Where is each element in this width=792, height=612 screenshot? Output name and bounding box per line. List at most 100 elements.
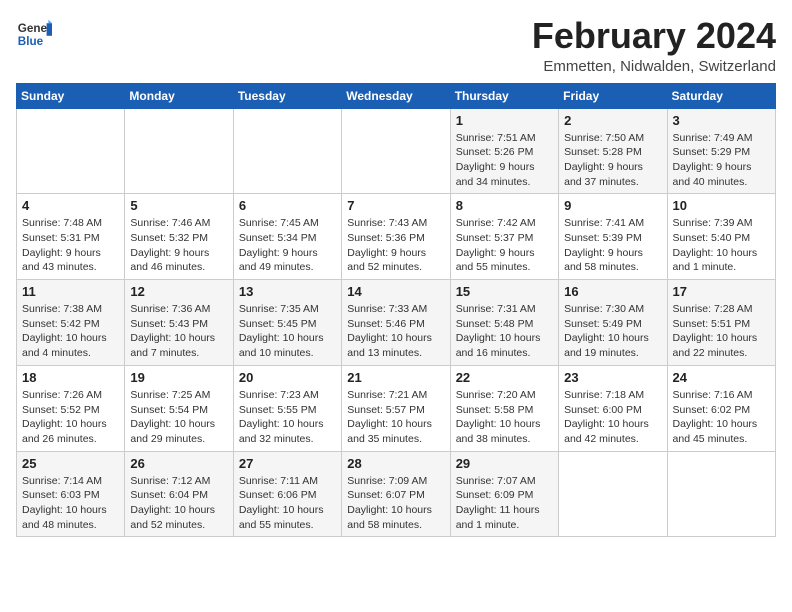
cell-content: 16 Sunrise: 7:30 AM Sunset: 5:49 PM Dayli…	[564, 284, 661, 361]
cell-text: Sunrise: 7:39 AM Sunset: 5:40 PM Dayligh…	[673, 216, 770, 275]
day-number: 18	[22, 370, 119, 385]
day-number: 7	[347, 198, 444, 213]
cell-content: 8Sunrise: 7:42 AM Sunset: 5:37 PM Daylig…	[456, 198, 553, 275]
calendar-cell: 9Sunrise: 7:41 AM Sunset: 5:39 PM Daylig…	[559, 194, 667, 280]
cell-content: 19Sunrise: 7:25 AM Sunset: 5:54 PM Dayli…	[130, 370, 227, 447]
cell-content: 6 Sunrise: 7:45 AM Sunset: 5:34 PM Daylig…	[239, 198, 336, 275]
cell-content: 12 Sunrise: 7:36 AM Sunset: 5:43 PM Dayli…	[130, 284, 227, 361]
day-number: 20	[239, 370, 336, 385]
calendar-cell: 13Sunrise: 7:35 AM Sunset: 5:45 PM Dayli…	[233, 280, 341, 366]
calendar-body: 1 Sunrise: 7:51 AM Sunset: 5:26 PM Daylig…	[17, 108, 776, 537]
day-number: 3	[673, 113, 770, 128]
cell-content: 4Sunrise: 7:48 AM Sunset: 5:31 PM Daylig…	[22, 198, 119, 275]
calendar-cell	[125, 108, 233, 194]
cell-content: 29 Sunrise: 7:07 AM Sunset: 6:09 PM Dayli…	[456, 456, 553, 533]
day-number: 29	[456, 456, 553, 471]
day-number: 25	[22, 456, 119, 471]
cell-text: Sunrise: 7:21 AM Sunset: 5:57 PM Dayligh…	[347, 388, 444, 447]
cell-text: Sunrise: 7:51 AM Sunset: 5:26 PM Dayligh…	[456, 131, 553, 190]
day-number: 10	[673, 198, 770, 213]
cell-text: Sunrise: 7:07 AM Sunset: 6:09 PM Dayligh…	[456, 474, 553, 533]
cell-text: Sunrise: 7:16 AM Sunset: 6:02 PM Dayligh…	[673, 388, 770, 447]
header-row: SundayMondayTuesdayWednesdayThursdayFrid…	[17, 83, 776, 108]
day-number: 16	[564, 284, 661, 299]
calendar-cell	[17, 108, 125, 194]
cell-text: Sunrise: 7:09 AM Sunset: 6:07 PM Dayligh…	[347, 474, 444, 533]
cell-text: Sunrise: 7:18 AM Sunset: 6:00 PM Dayligh…	[564, 388, 661, 447]
cell-text: Sunrise: 7:12 AM Sunset: 6:04 PM Dayligh…	[130, 474, 227, 533]
day-number: 26	[130, 456, 227, 471]
col-header-friday: Friday	[559, 83, 667, 108]
col-header-monday: Monday	[125, 83, 233, 108]
logo-icon: General Blue	[16, 16, 52, 52]
cell-text: Sunrise: 7:30 AM Sunset: 5:49 PM Dayligh…	[564, 302, 661, 361]
day-number: 9	[564, 198, 661, 213]
calendar-cell	[559, 451, 667, 537]
day-number: 21	[347, 370, 444, 385]
cell-content: 27Sunrise: 7:11 AM Sunset: 6:06 PM Dayli…	[239, 456, 336, 533]
calendar-cell: 11 Sunrise: 7:38 AM Sunset: 5:42 PM Dayli…	[17, 280, 125, 366]
calendar-cell: 18 Sunrise: 7:26 AM Sunset: 5:52 PM Dayli…	[17, 365, 125, 451]
cell-text: Sunrise: 7:49 AM Sunset: 5:29 PM Dayligh…	[673, 131, 770, 190]
cell-content: 28 Sunrise: 7:09 AM Sunset: 6:07 PM Dayli…	[347, 456, 444, 533]
calendar-cell	[233, 108, 341, 194]
cell-text: Sunrise: 7:31 AM Sunset: 5:48 PM Dayligh…	[456, 302, 553, 361]
calendar-cell: 10 Sunrise: 7:39 AM Sunset: 5:40 PM Dayli…	[667, 194, 775, 280]
day-number: 28	[347, 456, 444, 471]
cell-content: 9Sunrise: 7:41 AM Sunset: 5:39 PM Daylig…	[564, 198, 661, 275]
day-number: 2	[564, 113, 661, 128]
page-header: General Blue February 2024 Emmetten, Nid…	[16, 16, 776, 75]
cell-content: 15Sunrise: 7:31 AM Sunset: 5:48 PM Dayli…	[456, 284, 553, 361]
calendar-cell: 27Sunrise: 7:11 AM Sunset: 6:06 PM Dayli…	[233, 451, 341, 537]
cell-text: Sunrise: 7:38 AM Sunset: 5:42 PM Dayligh…	[22, 302, 119, 361]
calendar-cell: 20Sunrise: 7:23 AM Sunset: 5:55 PM Dayli…	[233, 365, 341, 451]
calendar-cell: 21 Sunrise: 7:21 AM Sunset: 5:57 PM Dayli…	[342, 365, 450, 451]
cell-content: 25 Sunrise: 7:14 AM Sunset: 6:03 PM Dayli…	[22, 456, 119, 533]
cell-text: Sunrise: 7:26 AM Sunset: 5:52 PM Dayligh…	[22, 388, 119, 447]
col-header-sunday: Sunday	[17, 83, 125, 108]
calendar-cell: 17Sunrise: 7:28 AM Sunset: 5:51 PM Dayli…	[667, 280, 775, 366]
day-number: 1	[456, 113, 553, 128]
cell-text: Sunrise: 7:35 AM Sunset: 5:45 PM Dayligh…	[239, 302, 336, 361]
cell-content: 23Sunrise: 7:18 AM Sunset: 6:00 PM Dayli…	[564, 370, 661, 447]
cell-content: 20Sunrise: 7:23 AM Sunset: 5:55 PM Dayli…	[239, 370, 336, 447]
cell-content: 5Sunrise: 7:46 AM Sunset: 5:32 PM Daylig…	[130, 198, 227, 275]
col-header-thursday: Thursday	[450, 83, 558, 108]
calendar-cell: 19Sunrise: 7:25 AM Sunset: 5:54 PM Dayli…	[125, 365, 233, 451]
cell-content: 10 Sunrise: 7:39 AM Sunset: 5:40 PM Dayli…	[673, 198, 770, 275]
calendar-cell: 26 Sunrise: 7:12 AM Sunset: 6:04 PM Dayli…	[125, 451, 233, 537]
calendar-cell: 8Sunrise: 7:42 AM Sunset: 5:37 PM Daylig…	[450, 194, 558, 280]
day-number: 6	[239, 198, 336, 213]
calendar-cell: 15Sunrise: 7:31 AM Sunset: 5:48 PM Dayli…	[450, 280, 558, 366]
cell-text: Sunrise: 7:25 AM Sunset: 5:54 PM Dayligh…	[130, 388, 227, 447]
cell-content: 21 Sunrise: 7:21 AM Sunset: 5:57 PM Dayli…	[347, 370, 444, 447]
calendar-cell: 22Sunrise: 7:20 AM Sunset: 5:58 PM Dayli…	[450, 365, 558, 451]
col-header-wednesday: Wednesday	[342, 83, 450, 108]
svg-text:Blue: Blue	[18, 35, 44, 48]
calendar-cell: 16 Sunrise: 7:30 AM Sunset: 5:49 PM Dayli…	[559, 280, 667, 366]
calendar-header: SundayMondayTuesdayWednesdayThursdayFrid…	[17, 83, 776, 108]
cell-text: Sunrise: 7:42 AM Sunset: 5:37 PM Dayligh…	[456, 216, 553, 275]
cell-text: Sunrise: 7:20 AM Sunset: 5:58 PM Dayligh…	[456, 388, 553, 447]
calendar-cell: 28 Sunrise: 7:09 AM Sunset: 6:07 PM Dayli…	[342, 451, 450, 537]
cell-text: Sunrise: 7:43 AM Sunset: 5:36 PM Dayligh…	[347, 216, 444, 275]
col-header-tuesday: Tuesday	[233, 83, 341, 108]
day-number: 17	[673, 284, 770, 299]
cell-content: 22Sunrise: 7:20 AM Sunset: 5:58 PM Dayli…	[456, 370, 553, 447]
calendar-cell: 12 Sunrise: 7:36 AM Sunset: 5:43 PM Dayli…	[125, 280, 233, 366]
cell-text: Sunrise: 7:45 AM Sunset: 5:34 PM Dayligh…	[239, 216, 336, 275]
day-number: 12	[130, 284, 227, 299]
cell-content: 24Sunrise: 7:16 AM Sunset: 6:02 PM Dayli…	[673, 370, 770, 447]
calendar-cell: 2Sunrise: 7:50 AM Sunset: 5:28 PM Daylig…	[559, 108, 667, 194]
cell-text: Sunrise: 7:33 AM Sunset: 5:46 PM Dayligh…	[347, 302, 444, 361]
cell-content: 3 Sunrise: 7:49 AM Sunset: 5:29 PM Daylig…	[673, 113, 770, 190]
day-number: 11	[22, 284, 119, 299]
cell-content: 14 Sunrise: 7:33 AM Sunset: 5:46 PM Dayli…	[347, 284, 444, 361]
week-row-3: 18 Sunrise: 7:26 AM Sunset: 5:52 PM Dayli…	[17, 365, 776, 451]
day-number: 14	[347, 284, 444, 299]
calendar-cell: 3 Sunrise: 7:49 AM Sunset: 5:29 PM Daylig…	[667, 108, 775, 194]
cell-content: 2Sunrise: 7:50 AM Sunset: 5:28 PM Daylig…	[564, 113, 661, 190]
cell-text: Sunrise: 7:36 AM Sunset: 5:43 PM Dayligh…	[130, 302, 227, 361]
cell-text: Sunrise: 7:14 AM Sunset: 6:03 PM Dayligh…	[22, 474, 119, 533]
day-number: 27	[239, 456, 336, 471]
